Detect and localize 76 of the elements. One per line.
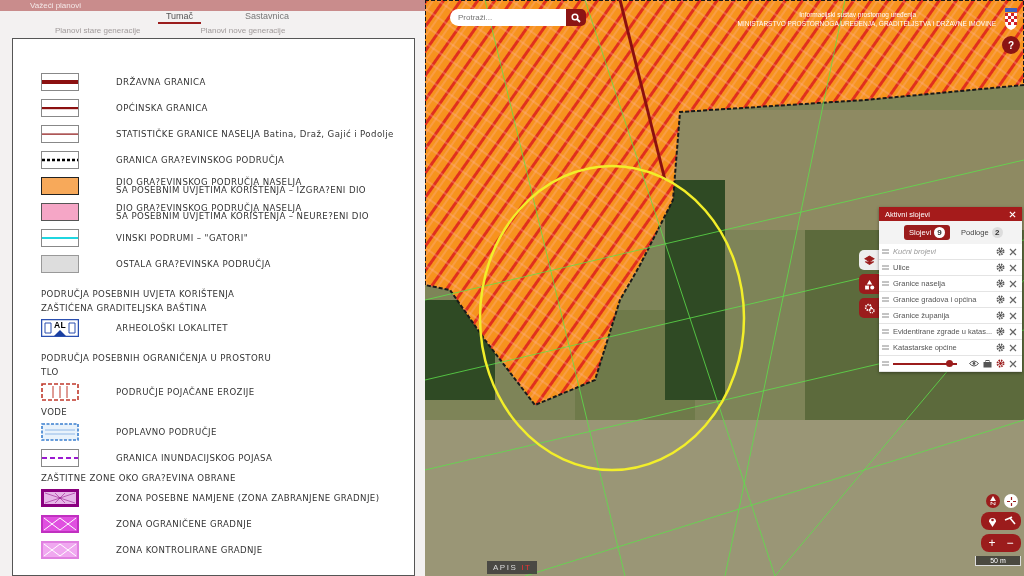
legend-subheading: ZAŠTITNE ZONE OKO GRA?EVINA OBRANE (41, 471, 237, 485)
crosshair-icon (1006, 496, 1016, 506)
close-icon[interactable] (1009, 359, 1017, 368)
slider-thumb[interactable] (946, 359, 954, 367)
legend-symbol (41, 125, 79, 143)
drag-handle-icon[interactable] (882, 265, 889, 270)
coat-of-arms-icon (1004, 8, 1018, 30)
legend-symbol: AL (41, 319, 79, 337)
legend-symbol (41, 203, 79, 221)
close-icon[interactable] (1009, 327, 1017, 336)
logo: APIS IT (487, 561, 538, 574)
legend-label: OSTALA GRA?EVINSKA PODRUČJA (116, 259, 271, 269)
close-icon[interactable] (1009, 247, 1017, 256)
drag-handle-icon[interactable] (882, 249, 889, 254)
legend-symbol (41, 449, 79, 467)
close-icon[interactable] (1009, 295, 1017, 304)
close-icon[interactable] (1009, 343, 1017, 352)
drag-handle-icon[interactable] (882, 281, 889, 286)
search-button[interactable] (566, 9, 586, 26)
legend-label: VINSKI PODRUMI – "GATORI" (116, 233, 249, 243)
legend-symbol (41, 541, 79, 559)
drag-handle-icon[interactable] (882, 345, 889, 350)
drag-handle-icon[interactable] (882, 361, 889, 366)
legend-symbol (41, 177, 79, 195)
zoom-in-button[interactable]: + (984, 535, 1000, 551)
legend-label: DIO GRA?EVINSKOG PODRUČJA NASELJA SA POSEBNIM UVJETIMA KORIŠTENJA – IZGRA?ENI DIO (116, 177, 366, 195)
compass-icon (989, 496, 997, 506)
legend-label: STATISTIČKE GRANICE NASELJA Batina, Draž, Gajić i Podolje (116, 129, 394, 139)
legend-label: OPĆINSKA GRANICA (116, 103, 208, 113)
panel-title: Važeći planovi (30, 1, 81, 10)
legend-label: POPLAVNO PODRUČJE (116, 427, 217, 437)
legend-label: ZONA KONTROLIRANE GRADNJE (116, 545, 263, 555)
close-icon[interactable] (1009, 263, 1017, 272)
legend-label: DRŽAVNA GRANICA (116, 77, 206, 87)
zoom-out-button[interactable]: − (1002, 535, 1018, 551)
search-icon (571, 12, 581, 23)
legend-label: GRANICA GRA?EVINSKOG PODRUČJA (116, 155, 285, 165)
legend-symbol (41, 383, 79, 401)
close-icon[interactable] (1009, 279, 1017, 288)
legend-symbol (41, 73, 79, 91)
legend-label: ZONA OGRANIČENE GRADNJE (116, 519, 252, 529)
legend-tab[interactable]: Tumač (157, 11, 202, 24)
map-pin-icon (987, 515, 997, 527)
legend-subheading: TLO (41, 366, 60, 379)
drag-handle-icon[interactable] (882, 313, 889, 318)
drag-handle-icon[interactable] (882, 329, 889, 334)
legend-label: DIO GRA?EVINSKOG PODRUČJA NASELJA SA POSEBNIM UVJETIMA KORIŠTENJA – NEURE?ENI DIO (116, 203, 369, 221)
legend-symbol (41, 255, 79, 273)
close-icon[interactable] (1009, 311, 1017, 320)
legend-symbol (41, 489, 79, 507)
search-field[interactable]: Protraži... (450, 9, 566, 26)
legend-heading: PODRUČJA POSEBNIH OGRANIČENJA U PROSTORU (41, 351, 273, 365)
opacity-slider[interactable] (893, 362, 957, 365)
layers-icon (863, 254, 875, 266)
legend-symbol (41, 99, 79, 117)
briefcase-icon[interactable] (983, 359, 992, 368)
shapes-icon (863, 278, 875, 290)
legend-subheading: ZAŠTIĆENA GRADITELJSKA BAŠTINA (41, 301, 208, 315)
legend-label: PODRUČJE POJAČANE EROZIJE (116, 387, 255, 397)
eye-icon[interactable] (969, 360, 979, 367)
legend-symbol (41, 423, 79, 441)
legend-symbol (41, 229, 79, 247)
tools-button[interactable] (859, 274, 879, 294)
settings-button[interactable] (859, 298, 879, 318)
legend-label: GRANICA INUNDACIJSKOG POJASA (116, 453, 273, 463)
legend-symbol (41, 515, 79, 533)
legend-symbol (41, 151, 79, 169)
route-icon (1004, 516, 1016, 526)
layers-button[interactable] (859, 250, 879, 270)
legend-heading: PODRUČJA POSEBNIH UVJETA KORIŠTENJA (41, 287, 236, 301)
legend-tab[interactable]: Sastavnica (237, 11, 298, 24)
drag-handle-icon[interactable] (882, 297, 889, 302)
gears-icon (863, 302, 875, 314)
legend-subheading: VODE (41, 406, 69, 419)
legend-label: ARHEOLOŠKI LOKALITET (116, 323, 228, 333)
legend-label: ZONA POSEBNE NAMJENE (ZONA ZABRANJENE GRADNJE) (116, 493, 380, 503)
